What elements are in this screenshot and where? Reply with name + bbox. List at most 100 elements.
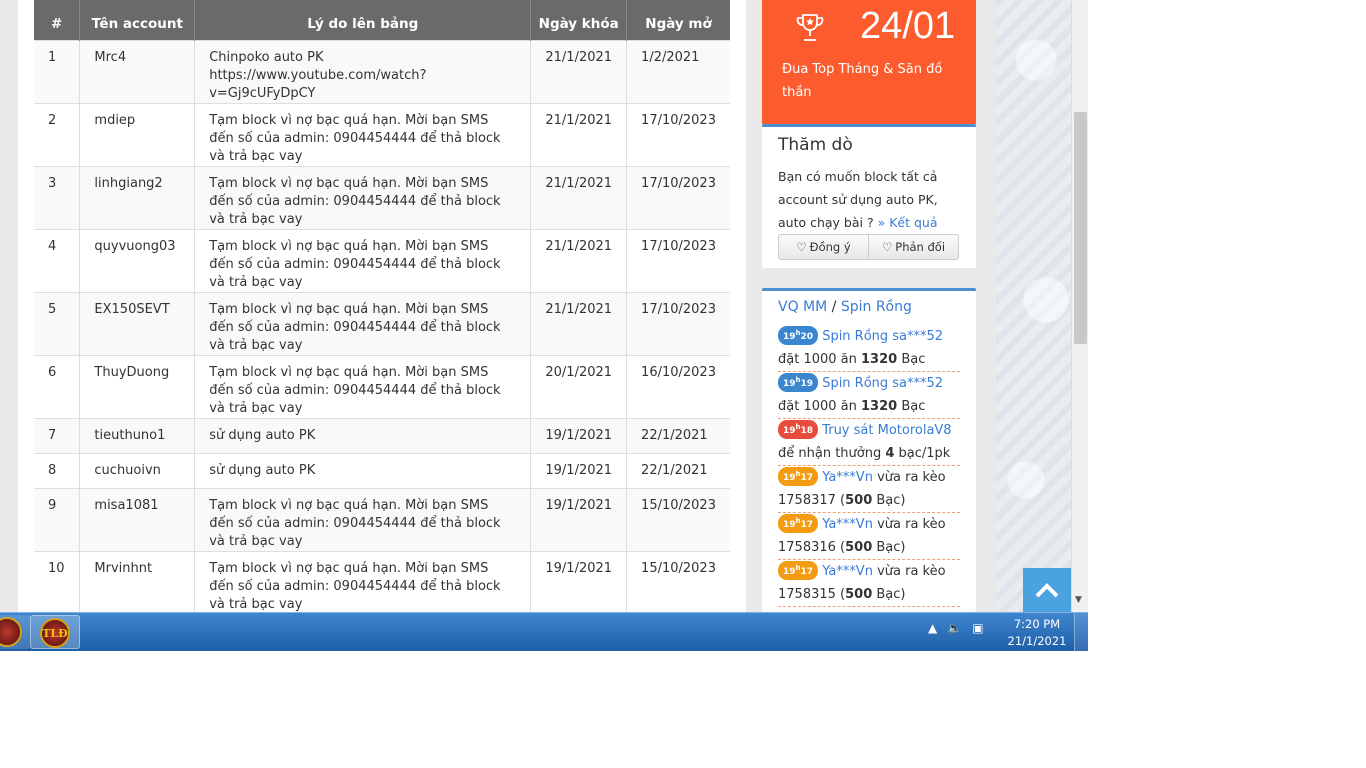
opened-date: 22/1/2021 (626, 452, 730, 488)
show-desktop-button[interactable] (1074, 613, 1088, 651)
account-name: Mrvinhnt (79, 550, 195, 612)
col-header-account: Tên account (79, 0, 195, 40)
system-tray: ▲ 🔈 ▣ (928, 621, 984, 635)
game-logo-icon: TLĐ (40, 618, 70, 648)
feed-player-link[interactable]: Ya***Vn (822, 564, 873, 579)
feed-item: 19h17 Ya***Vn vừa ra kèo 1758316 (500 Bạ… (778, 513, 960, 560)
feed-text: bạc/1pk (894, 446, 951, 461)
opened-date: 15/10/2023 (626, 550, 730, 612)
row-number: 3 (34, 165, 80, 229)
time-minute: 18 (800, 426, 814, 436)
row-number: 1 (34, 39, 80, 103)
table-header-row: # Tên account Lý do lên bảng Ngày khóa N… (34, 0, 730, 40)
taskbar-app-2[interactable]: TLĐ (30, 615, 80, 649)
volume-icon[interactable]: 🔈 (947, 621, 962, 635)
opened-date: 15/10/2023 (626, 487, 730, 551)
time-badge: 19h20 (778, 326, 819, 345)
back-to-top-button[interactable] (1023, 568, 1071, 612)
table-row: 1 Mrc4 Chinpoko auto PK https://www.youtub… (34, 39, 730, 103)
broken-heart-icon: ♡ (881, 240, 893, 254)
taskbar-clock[interactable]: 7:20 PM 21/1/2021 (1006, 616, 1068, 650)
row-number: 2 (34, 102, 80, 166)
time-badge: 19h17 (778, 467, 819, 486)
feed-item: 19h17 Ya***Vn vừa ra kèo 1758317 (500 Bạ… (778, 466, 960, 513)
account-name: EX150SEVT (79, 291, 195, 355)
time-minute: 19 (800, 379, 814, 389)
event-description: Đua Top Tháng & Săn đồ thần (782, 62, 943, 100)
poll-card: Thăm dò Bạn có muốn block tất cả account… (762, 124, 976, 268)
row-number: 10 (34, 550, 80, 612)
col-header-reason: Lý do lên bảng (194, 0, 531, 40)
opened-date: 17/10/2023 (626, 291, 730, 355)
feed-player-link[interactable]: Truy sát MotorolaV8 (822, 423, 951, 438)
feed-amount: 500 (845, 493, 873, 508)
tab-vq-mm[interactable]: VQ MM (778, 299, 827, 315)
block-reason: Tạm block vì nợ bạc quá hạn. Mời bạn SMS… (194, 291, 531, 355)
time-minute: 17 (800, 567, 814, 577)
block-reason: sử dụng auto PK (194, 452, 531, 488)
scroll-down-arrow-icon[interactable]: ▼ (1075, 595, 1082, 605)
feed-text: Bạc (897, 399, 926, 414)
tab-spin-rong[interactable]: Spin Rồng (841, 299, 912, 315)
time-badge: 19h17 (778, 514, 819, 533)
disagree-button[interactable]: ♡ Phản đối (868, 235, 958, 259)
opened-date: 17/10/2023 (626, 228, 730, 292)
col-header-opened-date: Ngày mở (626, 0, 730, 40)
block-reason: Tạm block vì nợ bạc quá hạn. Mời bạn SMS… (194, 487, 531, 551)
locked-date: 20/1/2021 (530, 354, 627, 418)
table-body: 1 Mrc4 Chinpoko auto PK https://www.youtub… (34, 39, 730, 612)
feed-text: Bạc) (872, 587, 906, 602)
table-row: 9 misa1081 Tạm block vì nợ bạc quá hạn. Mờ… (34, 487, 730, 551)
account-name: linhgiang2 (79, 165, 195, 229)
time-hour: 19 (783, 520, 796, 530)
feed-player-link[interactable]: Spin Rồng sa***52 (822, 376, 943, 391)
poll-question: Bạn có muốn block tất cả account sử dụng… (778, 165, 968, 234)
feed-tabs: VQ MM / Spin Rồng (778, 299, 912, 315)
row-number: 6 (34, 354, 80, 418)
col-header-locked-date: Ngày khóa (530, 0, 627, 40)
block-reason: Tạm block vì nợ bạc quá hạn. Mời bạn SMS… (194, 354, 531, 418)
clock-time: 7:20 PM (1013, 617, 1061, 631)
agree-label: Đồng ý (809, 240, 851, 254)
feed-amount: 1320 (861, 399, 898, 414)
windows-taskbar: TLĐ ▲ 🔈 ▣ 7:20 PM 21/1/2021 (0, 612, 1088, 651)
taskbar-app-1[interactable] (0, 615, 30, 649)
block-reason: Chinpoko auto PK https://www.youtube.com… (194, 39, 531, 103)
locked-date: 21/1/2021 (530, 165, 627, 229)
tray-expand-icon[interactable]: ▲ (928, 621, 937, 635)
locked-date: 19/1/2021 (530, 417, 627, 453)
table-row: 10 Mrvinhnt Tạm block vì nợ bạc quá hạn. M… (34, 550, 730, 612)
feed-amount: 1320 (861, 352, 898, 367)
table-row: 6 ThuyDuong Tạm block vì nợ bạc quá hạn. M… (34, 354, 730, 418)
opened-date: 16/10/2023 (626, 354, 730, 418)
disagree-label: Phản đối (895, 240, 946, 254)
feed-item: 19h18 Truy sát MotorolaV8 để nhận thưởng… (778, 419, 960, 466)
time-badge: 19h19 (778, 373, 819, 392)
locked-date: 21/1/2021 (530, 228, 627, 292)
feed-player-link[interactable]: Spin Rồng sa***52 (822, 329, 943, 344)
feed-item: 19h17 Ya***Vn vừa ra kèo 1758315 (500 Bạ… (778, 560, 960, 607)
opened-date: 1/2/2021 (626, 39, 730, 103)
event-date: 24/01 (860, 5, 956, 47)
feed-player-link[interactable]: Ya***Vn (822, 470, 873, 485)
account-name: Mrc4 (79, 39, 195, 103)
block-reason: sử dụng auto PK (194, 417, 531, 453)
table-row: 8 cuchuoivn sử dụng auto PK 19/1/2021 22/1/2… (34, 452, 730, 488)
scrollbar-thumb[interactable] (1074, 112, 1087, 344)
agree-button[interactable]: ♡ Đồng ý (779, 235, 868, 259)
feed-player-link[interactable]: Ya***Vn (822, 517, 873, 532)
account-name: mdiep (79, 102, 195, 166)
time-minute: 20 (800, 332, 814, 342)
poll-results-link[interactable]: » Kết quả (878, 215, 938, 230)
locked-date: 21/1/2021 (530, 102, 627, 166)
block-reason: Tạm block vì nợ bạc quá hạn. Mời bạn SMS… (194, 228, 531, 292)
network-icon[interactable]: ▣ (972, 621, 983, 635)
event-banner[interactable]: 24/01 Đua Top Tháng & Săn đồ thần (762, 0, 976, 124)
block-reason: Tạm block vì nợ bạc quá hạn. Mời bạn SMS… (194, 550, 531, 612)
time-hour: 19 (783, 567, 796, 577)
page-scrollbar[interactable]: ▼ (1071, 0, 1088, 612)
browser-viewport: # Tên account Lý do lên bảng Ngày khóa N… (0, 0, 1088, 651)
time-hour: 19 (783, 426, 796, 436)
feed-text: Bạc) (872, 540, 906, 555)
account-name: tieuthuno1 (79, 417, 195, 453)
